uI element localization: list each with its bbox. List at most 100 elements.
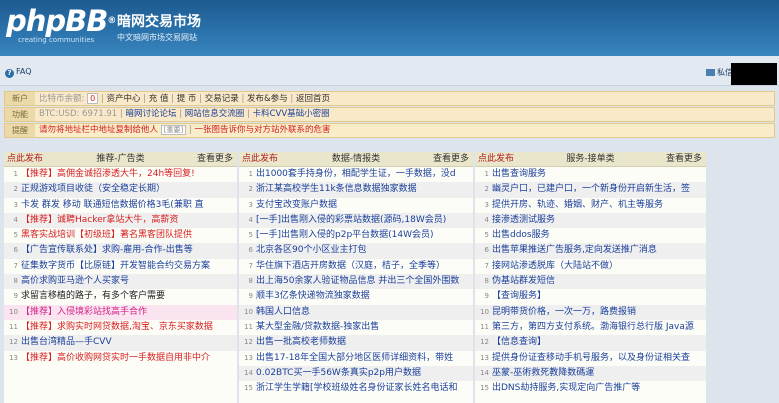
item-title-link[interactable]: 【推荐】高价收购网贷实时一手数据自用非中介 [21,353,210,363]
list-item[interactable]: 4 接渗透测试服务 [475,212,706,229]
item-title-link[interactable]: 出售苹果推送广告服务,定向发送推广消息 [492,245,657,255]
item-title-link[interactable]: 昆明带货价格，一次一万，路费报销 [492,307,636,317]
list-item[interactable]: 14 巫蒙-巫術救死教降数碼運 [475,365,706,382]
withdraw-link[interactable]: 提 币 [177,94,197,104]
post-participate-link[interactable]: 发布&参与 [247,94,288,104]
item-title-link[interactable]: 0.02BTC买一手56W条真实p2p用户数据 [256,368,421,378]
item-title-link[interactable]: 提供开房、轨迹、婚姻、财产、机主等服务 [492,200,663,210]
transactions-link[interactable]: 交易记录 [205,94,239,104]
item-title-link[interactable]: 出售17-18年全国大部分地区医师详细资料，带姓 [256,353,453,363]
item-title-link[interactable]: 【推荐】高佣金诚招渗透大牛，24h等回复! [21,169,195,179]
item-title-link[interactable]: 出上海50余家人验证物品信息 并出三个全国外围数 [256,276,459,286]
view-more-link[interactable]: 查看更多 [666,152,702,166]
list-item[interactable]: 14 0.02BTC买一手56W条真实p2p用户数据 [239,365,473,382]
list-item[interactable]: 1 出1000套手持身份，相配学生证，一手数据，没d [239,167,473,182]
list-item[interactable]: 11 【推荐】求购实时网贷数据,淘宝、京东买家数据 [4,320,237,335]
list-item[interactable]: 7 华住旗下酒店开房数据（汉庭，桔子，全季等） [239,259,473,274]
list-item[interactable]: 9 求留言移植的路子，有多个客户需要 [4,289,237,304]
list-item[interactable]: 1 【推荐】高佣金诚招渗透大牛，24h等回复! [4,167,237,182]
item-title-link[interactable]: [一手]出售刚入侵的p2p平台数据(14W会员) [256,230,434,240]
item-title-link[interactable]: 【推荐】入侵境彩站找高手合作 [21,307,147,317]
item-title-link[interactable]: 某大型金融/贷款数据-独家出售 [256,322,379,332]
item-title-link[interactable]: 顺丰3亿条快递物流独家数据 [256,291,370,301]
list-item[interactable]: 10 【推荐】入侵境彩站找高手合作 [4,304,237,320]
list-item[interactable]: 6 【广告宣传联系处】求购-雇用-合作-出售等 [4,243,237,259]
list-item[interactable]: 15 出DNS劫持服务,实现定向广告推广等 [475,381,706,396]
cvv-circle-link[interactable]: 卡料CVV基础小密圈 [253,109,330,119]
item-title-link[interactable]: 出售ddos服务 [492,230,550,240]
item-title-link[interactable]: 浙江某高校学生11k条信息数据独家数据 [256,184,417,194]
list-item[interactable]: 15 浙江学生学籍[学校班级姓名身份证家长姓名电话和 [239,381,473,396]
list-item[interactable]: 10 昆明带货价格，一次一万，路费报销 [475,304,706,320]
list-item[interactable]: 3 支付宝改变账户数据 [239,198,473,213]
view-more-link[interactable]: 查看更多 [197,152,233,166]
view-more-link[interactable]: 查看更多 [433,152,469,166]
item-title-link[interactable]: 支付宝改变账户数据 [256,200,337,210]
list-item[interactable]: 2 正规游戏项目收徒（安全稳定长期） [4,182,237,198]
list-item[interactable]: 7 接网站渗透脱库（大陆站不做） [475,259,706,274]
item-title-link[interactable]: 巫蒙-巫術救死教降数碼運 [492,368,594,378]
item-title-link[interactable]: 正规游戏项目收徒（安全稳定长期） [21,184,165,194]
list-item[interactable]: 11 某大型金融/贷款数据-独家出售 [239,320,473,335]
item-title-link[interactable]: 出售查询服务 [492,169,546,179]
item-title-link[interactable]: 接渗透测试服务 [492,215,555,225]
item-title-link[interactable]: 韩国人口信息 [256,307,310,317]
item-title-link[interactable]: 伪基站群发短信 [492,276,555,286]
forum-link[interactable]: 暗网讨论论坛 [125,109,176,119]
item-title-link[interactable]: 第三方，第四方支付系统。渤海银行总行版 Java源 [492,322,694,332]
list-item[interactable]: 12 出售台湾精品—手CVV [4,335,237,351]
info-circle-link[interactable]: 网站信息交流圈 [185,109,245,119]
item-title-link[interactable]: 北京各区90个小区业主打包 [256,245,366,255]
list-item[interactable]: 12 【信息查询】 [475,335,706,351]
item-title-link[interactable]: 出DNS劫持服务,实现定向广告推广等 [492,383,640,393]
asset-center-link[interactable]: 资产中心 [106,94,140,104]
list-item[interactable]: 11 第三方，第四方支付系统。渤海银行总行版 Java源 [475,320,706,335]
item-title-link[interactable]: 高价求购亚马逊个人买家号 [21,276,129,286]
list-item[interactable]: 1 出售查询服务 [475,167,706,182]
item-title-link[interactable]: 出1000套手持身份，相配学生证，一手数据，没d [256,169,456,179]
list-item[interactable]: 13 提供身份证查移动手机号服务，以及身份证相关查 [475,351,706,366]
list-item[interactable]: 5 黑客实战培训【初级班】著名黑客团队提供 [4,228,237,243]
list-item[interactable]: 13 【推荐】高价收购网贷实时一手数据自用非中介 [4,351,237,366]
list-item[interactable]: 3 提供开房、轨迹、婚姻、财产、机主等服务 [475,198,706,213]
item-title-link[interactable]: 征集数字货币【比原链】开发智能合约交易方案 [21,261,210,271]
item-title-link[interactable]: 黑客实战培训【初级班】著名黑客团队提供 [21,230,192,240]
item-title-link[interactable]: 提供身份证查移动手机号服务，以及身份证相关查 [492,353,690,363]
list-item[interactable]: 8 出上海50余家人验证物品信息 并出三个全国外围数 [239,274,473,290]
item-title-link[interactable]: 出售台湾精品—手CVV [21,337,112,347]
reminder-link[interactable]: 一张图告诉你与对方站外联系的危害 [194,125,330,135]
list-item[interactable]: 6 北京各区90个小区业主打包 [239,243,473,259]
list-item[interactable]: 9 顺丰3亿条快递物流独家数据 [239,289,473,304]
list-item[interactable]: 2 幽灵户口，已建户口，一个新身份开启新生活，签 [475,182,706,198]
list-item[interactable]: 13 出售17-18年全国大部分地区医师详细资料，带姓 [239,351,473,366]
item-title-link[interactable]: [一手]出售刚入侵的彩票站数据(源码,18W会员) [256,215,446,225]
item-title-link[interactable]: 接网站渗透脱库（大陆站不做） [492,261,618,271]
item-title-link[interactable]: 【推荐】诚聘Hacker拿站大牛，高薪资 [21,215,178,225]
list-item[interactable]: 3 卡发 群发 移动 联通短信数据价格3毛(兼职 直 [4,198,237,213]
list-item[interactable]: 5 出售ddos服务 [475,228,706,243]
item-title-link[interactable]: 华住旗下酒店开房数据（汉庭，桔子，全季等） [256,261,445,271]
item-title-link[interactable]: 卡发 群发 移动 联通短信数据价格3毛(兼职 直 [21,200,204,210]
item-title-link[interactable]: 【查询服务】 [492,291,546,301]
phpbb-logo[interactable]: phpBB® creating communities [6,4,116,44]
list-item[interactable]: 10 韩国人口信息 [239,304,473,320]
item-title-link[interactable]: 【信息查询】 [492,337,546,347]
list-item[interactable]: 8 高价求购亚马逊个人买家号 [4,274,237,290]
list-item[interactable]: 9 【查询服务】 [475,289,706,304]
list-item[interactable]: 6 出售苹果推送广告服务,定向发送推广消息 [475,243,706,259]
item-title-link[interactable]: 【推荐】求购实时网贷数据,淘宝、京东买家数据 [21,322,213,332]
list-item[interactable]: 4 [一手]出售刚入侵的彩票站数据(源码,18W会员) [239,212,473,229]
deposit-link[interactable]: 充 值 [149,94,169,104]
list-item[interactable]: 2 浙江某高校学生11k条信息数据独家数据 [239,182,473,198]
list-item[interactable]: 12 出售一批高校老师数据 [239,335,473,351]
item-title-link[interactable]: 【广告宣传联系处】求购-雇用-合作-出售等 [21,245,193,255]
item-title-link[interactable]: 求留言移植的路子，有多个客户需要 [21,291,165,301]
item-title-link[interactable]: 幽灵户口，已建户口，一个新身份开启新生活，签 [492,184,690,194]
list-item[interactable]: 7 征集数字货币【比原链】开发智能合约交易方案 [4,259,237,274]
faq-link[interactable]: ? FAQ [5,67,32,78]
item-title-link[interactable]: 浙江学生学籍[学校班级姓名身份证家长姓名电话和 [256,383,458,393]
home-link[interactable]: 返回首页 [296,94,330,104]
list-item[interactable]: 8 伪基站群发短信 [475,274,706,290]
item-title-link[interactable]: 出售一批高校老师数据 [256,337,346,347]
list-item[interactable]: 4 【推荐】诚聘Hacker拿站大牛，高薪资 [4,212,237,229]
